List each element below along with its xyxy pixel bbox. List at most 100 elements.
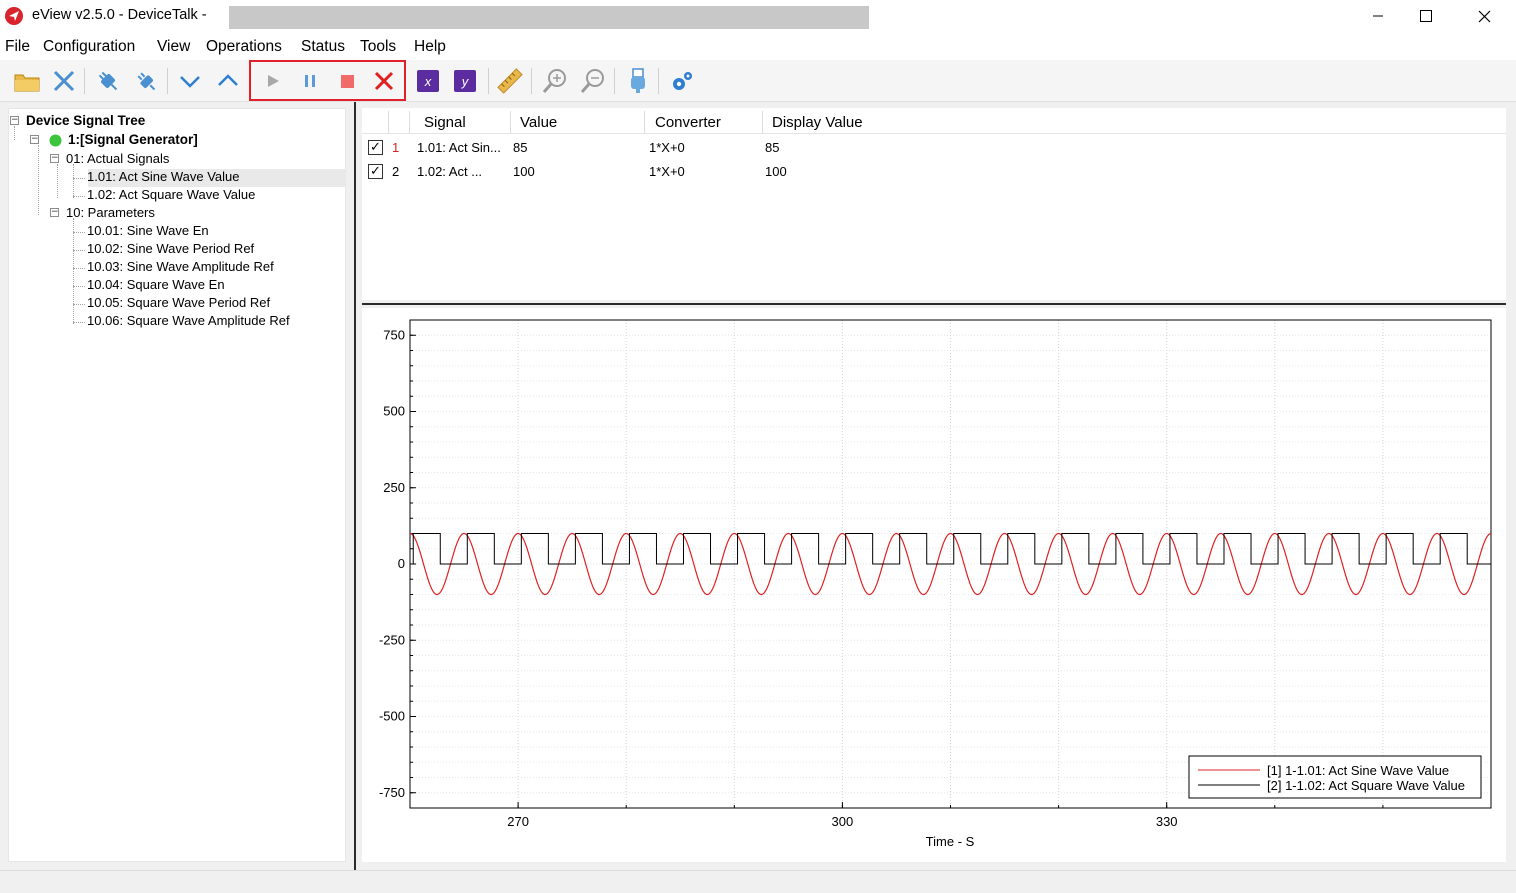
column-header-value[interactable]: Value (520, 114, 557, 131)
menu-operations[interactable]: Operations (206, 38, 282, 56)
vertical-splitter[interactable] (354, 102, 356, 870)
tree-guide (73, 218, 74, 324)
menu-tools[interactable]: Tools (360, 38, 396, 56)
tree-item[interactable]: 1.01: Act Sine Wave Value (87, 168, 239, 186)
disconnect-button[interactable] (130, 66, 162, 96)
tree-guide (14, 126, 15, 140)
tree-item[interactable]: 1.02: Act Square Wave Value (87, 186, 255, 204)
legend-label-sine: [1] 1-1.01: Act Sine Wave Value (1267, 763, 1449, 778)
move-down-button[interactable] (174, 66, 206, 96)
open-button[interactable] (11, 66, 43, 96)
connect-button[interactable] (92, 66, 124, 96)
toolbar-separator (84, 68, 85, 94)
horizontal-splitter[interactable] (362, 303, 1506, 305)
settings-button[interactable] (666, 66, 698, 96)
tree-collapse-toggle[interactable]: − (50, 208, 59, 217)
toolbar-separator (658, 68, 659, 94)
title-redacted-region (229, 6, 869, 29)
tree-guide (73, 164, 74, 198)
tree-item[interactable]: 10.03: Sine Wave Amplitude Ref (87, 258, 274, 276)
playback-controls-highlight (249, 60, 406, 101)
menu-bar: File Configuration View Operations Statu… (0, 34, 1516, 60)
zoom-out-button[interactable] (577, 66, 609, 96)
legend-label-square: [2] 1-1.02: Act Square Wave Value (1267, 778, 1465, 793)
window-title: eView v2.5.0 - DeviceTalk - (32, 7, 207, 23)
column-separator (388, 111, 389, 133)
tree-guide (73, 268, 85, 269)
toolbar: x y (0, 60, 1516, 102)
tree-collapse-toggle[interactable]: − (10, 116, 19, 125)
tree-collapse-toggle[interactable]: − (30, 135, 39, 144)
plug-disconnect-icon (137, 72, 156, 91)
title-bar: eView v2.5.0 - DeviceTalk - (0, 0, 1516, 34)
usb-icon (631, 68, 645, 93)
row-checkbox[interactable]: ✓ (368, 164, 383, 179)
tree-guide (73, 250, 85, 251)
menu-help[interactable]: Help (414, 38, 446, 56)
toolbar-separator (488, 68, 489, 94)
row-signal: 1.01: Act Sin... (417, 140, 501, 155)
tree-guide (73, 178, 85, 179)
tree-device[interactable]: 1:[Signal Generator] (68, 131, 198, 149)
menu-file[interactable]: File (5, 38, 30, 56)
x-axis-button[interactable]: x (412, 66, 444, 96)
chevron-down-icon (180, 76, 200, 88)
minimize-icon (1373, 15, 1383, 17)
y-tick-label: -500 (379, 709, 405, 724)
tree-guide (73, 286, 85, 287)
tree-item[interactable]: 10.05: Square Wave Period Ref (87, 294, 270, 312)
menu-status[interactable]: Status (301, 38, 345, 56)
tree-guide (38, 145, 39, 215)
maximize-icon (1420, 10, 1432, 22)
y-tick-label: 250 (383, 480, 405, 495)
y-tick-label: 0 (398, 556, 405, 571)
row-converter: 1*X+0 (649, 140, 685, 155)
column-separator (409, 111, 410, 133)
column-separator (762, 111, 763, 133)
close-button[interactable] (1461, 0, 1507, 32)
usb-button[interactable] (622, 66, 654, 96)
y-axis-icon: y (454, 70, 476, 92)
column-header-converter[interactable]: Converter (655, 114, 721, 131)
tree-group[interactable]: 01: Actual Signals (66, 150, 169, 168)
zoom-in-icon (542, 69, 566, 93)
tree-item[interactable]: 10.01: Sine Wave En (87, 222, 209, 240)
zoom-out-icon (580, 69, 604, 93)
move-up-button[interactable] (212, 66, 244, 96)
zoom-in-button[interactable] (539, 66, 571, 96)
tree-item[interactable]: 10.02: Sine Wave Period Ref (87, 240, 254, 258)
device-signal-tree-panel: − Device Signal Tree − 1:[Signal Generat… (8, 108, 346, 862)
close-icon (1478, 10, 1490, 22)
chart-panel: 750 500 250 0 -250 -500 -750 270 300 330 Time - … (362, 308, 1506, 862)
menu-configuration[interactable]: Configuration (43, 38, 135, 56)
tree-item[interactable]: 10.04: Square Wave En (87, 276, 225, 294)
row-converter: 1*X+0 (649, 164, 685, 179)
tree-collapse-toggle[interactable]: − (50, 154, 59, 163)
x-tick-label: 270 (507, 814, 529, 829)
signal-chart[interactable]: 750 500 250 0 -250 -500 -750 270 300 330 Time - … (362, 308, 1506, 862)
toolbar-separator (167, 68, 168, 94)
status-bar (0, 870, 1516, 893)
column-header-display-value[interactable]: Display Value (772, 114, 863, 131)
x-axis-icon: x (417, 70, 439, 92)
disconnect-all-button[interactable] (48, 66, 80, 96)
column-header-signal[interactable]: Signal (424, 114, 466, 131)
tree-guide (73, 196, 85, 197)
status-dot-icon (49, 134, 62, 147)
row-checkbox[interactable]: ✓ (368, 140, 383, 155)
row-display-value: 100 (765, 164, 787, 179)
y-axis-button[interactable]: y (449, 66, 481, 96)
minimize-button[interactable] (1355, 0, 1401, 32)
tree-root[interactable]: Device Signal Tree (26, 112, 145, 130)
column-separator (644, 111, 645, 133)
row-value: 85 (513, 140, 528, 155)
chart-legend: [1] 1-1.01: Act Sine Wave Value [2] 1-1.… (1188, 755, 1482, 799)
tree-group[interactable]: 10: Parameters (66, 204, 155, 222)
tree-item[interactable]: 10.06: Square Wave Amplitude Ref (87, 312, 290, 330)
toolbar-separator (614, 68, 615, 94)
open-folder-icon (14, 74, 40, 92)
measure-button[interactable] (494, 66, 526, 96)
maximize-button[interactable] (1403, 0, 1449, 32)
menu-view[interactable]: View (157, 38, 190, 56)
chevron-up-icon (218, 74, 238, 86)
